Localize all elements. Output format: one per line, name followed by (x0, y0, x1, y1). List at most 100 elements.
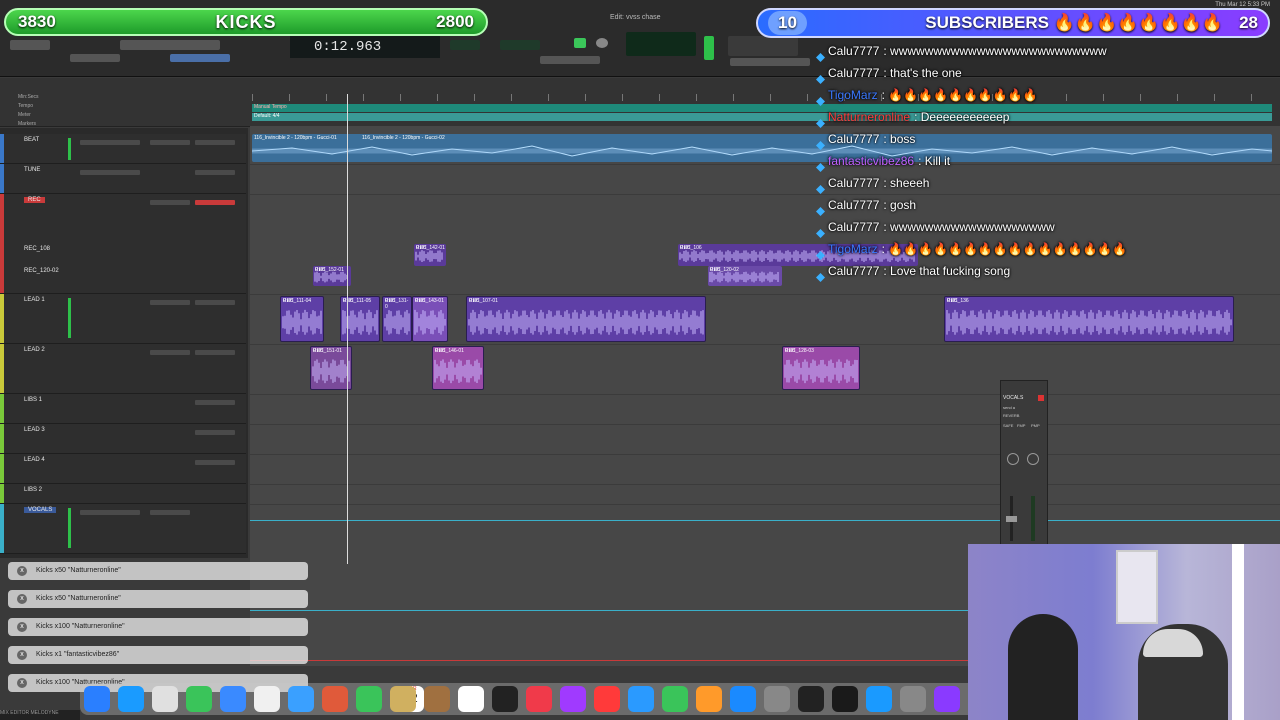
grid-display[interactable] (500, 40, 540, 50)
sends-slot[interactable] (150, 300, 190, 305)
track-header-libs1[interactable]: LIBS 1 (0, 394, 246, 424)
audio-clip-rec142[interactable]: REC_142-01 0 dB (414, 244, 446, 266)
inserts-slot[interactable] (80, 510, 140, 515)
track-header-rec[interactable]: REC REC_108 REC_120-02 (0, 194, 246, 294)
track-header-lead2[interactable]: LEAD 2 (0, 344, 246, 394)
close-icon[interactable]: x (17, 566, 27, 576)
track-header-lead4[interactable]: LEAD 4 (0, 454, 246, 484)
dock-app-icon[interactable] (526, 686, 552, 712)
clip-gain[interactable]: 0 dB (315, 267, 325, 285)
transport-controls[interactable] (540, 56, 600, 64)
tempo-display[interactable] (626, 32, 696, 56)
dock-app-icon[interactable] (322, 686, 348, 712)
clip-gain[interactable]: 0 dB (343, 298, 353, 340)
close-icon[interactable]: x (17, 622, 27, 632)
clip-gain[interactable]: 0 dB (385, 298, 395, 340)
audio-clip-lead1[interactable]: REC_107-01 0 dB (466, 296, 706, 342)
track-name[interactable]: LIBS 2 (24, 487, 42, 493)
audio-clip-lead1[interactable]: REC_131-0 0 dB (382, 296, 412, 342)
io-slot[interactable] (195, 300, 235, 305)
inserts-slot[interactable] (80, 170, 140, 175)
dock-app-icon[interactable] (356, 686, 382, 712)
clip-gain[interactable]: 0 dB (313, 348, 323, 388)
dock-app-icon[interactable] (866, 686, 892, 712)
close-icon[interactable]: x (17, 650, 27, 660)
pan-knob-left[interactable] (1007, 453, 1019, 465)
track-name[interactable]: LIBS 1 (24, 397, 42, 403)
audio-clip-lead2[interactable]: REC_146-01 0 dB (432, 346, 484, 390)
record-button[interactable] (596, 38, 608, 48)
track-name[interactable]: REC (24, 197, 45, 203)
dock-app-icon[interactable] (730, 686, 756, 712)
track-name[interactable]: LEAD 4 (24, 457, 45, 463)
io-slot[interactable] (195, 400, 235, 405)
edit-tools[interactable] (120, 40, 220, 50)
record-arm[interactable] (195, 200, 235, 205)
nudge-display[interactable] (450, 40, 480, 50)
sends-slot[interactable] (150, 510, 190, 515)
track-name[interactable]: TUNE (24, 167, 40, 173)
track-name[interactable]: LEAD 3 (24, 427, 45, 433)
dock-app-icon[interactable] (662, 686, 688, 712)
dock-app-icon[interactable] (390, 686, 416, 712)
track-name[interactable]: BEAT (24, 137, 39, 143)
close-icon[interactable]: x (17, 678, 27, 688)
audio-clip-lead2[interactable]: REC_151-01 0 dB (310, 346, 352, 390)
dock-app-icon[interactable] (628, 686, 654, 712)
zoom-buttons[interactable] (730, 58, 810, 66)
audio-clip-rec152[interactable]: REC_152-01 0 dB (313, 266, 351, 286)
dock-app-icon[interactable] (696, 686, 722, 712)
sends-slot[interactable] (150, 140, 190, 145)
io-slot[interactable] (195, 460, 235, 465)
track-header-vocals[interactable]: VOCALS (0, 504, 246, 554)
track-header-lead1[interactable]: LEAD 1 (0, 294, 246, 344)
inserts-slot[interactable] (80, 140, 140, 145)
clip-gain[interactable]: 0 dB (680, 245, 690, 265)
clip-gain[interactable]: 0 dB (469, 298, 479, 340)
sends-slot[interactable] (150, 350, 190, 355)
track-header-tune[interactable]: TUNE (0, 164, 246, 194)
io-slot[interactable] (195, 170, 235, 175)
audio-clip-lead1[interactable]: REC_136 0 dB (944, 296, 1234, 342)
dock-app-icon[interactable] (84, 686, 110, 712)
track-name[interactable]: LEAD 2 (24, 347, 45, 353)
sends-slot[interactable] (150, 200, 190, 205)
clip-gain[interactable]: 0 dB (435, 348, 445, 388)
safe-button[interactable]: SAFE (1003, 423, 1013, 428)
dock-app-icon[interactable] (832, 686, 858, 712)
io-slot[interactable] (195, 430, 235, 435)
audio-clip-rec120[interactable]: REC_120-02 0 dB (708, 266, 782, 286)
track-header-beat[interactable]: BEAT (0, 134, 246, 164)
pmp-button[interactable]: PMP (1031, 423, 1040, 428)
pan-knob-right[interactable] (1027, 453, 1039, 465)
close-icon[interactable]: x (17, 594, 27, 604)
grid-buttons[interactable] (70, 54, 120, 62)
dock-app-icon[interactable] (594, 686, 620, 712)
dock-app-icon[interactable] (560, 686, 586, 712)
track-header-lead3[interactable]: LEAD 3 (0, 424, 246, 454)
clip-gain[interactable]: 0 dB (947, 298, 957, 340)
clip-gain[interactable]: 0 dB (283, 298, 293, 340)
dock-app-icon[interactable] (288, 686, 314, 712)
dock-app-icon[interactable] (798, 686, 824, 712)
dock-app-icon[interactable] (764, 686, 790, 712)
dock-app-icon[interactable] (492, 686, 518, 712)
audio-clip-lead1[interactable]: REC_143-01 0 dB (412, 296, 448, 342)
fmp-button[interactable]: FMP (1017, 423, 1025, 428)
close-icon[interactable] (1038, 395, 1044, 401)
tool-selector[interactable] (170, 54, 230, 62)
audio-clip-lead1[interactable]: REC_111-04 0 dB (280, 296, 324, 342)
dock-app-icon[interactable] (934, 686, 960, 712)
playhead-cursor[interactable] (347, 94, 348, 564)
io-slot[interactable] (195, 140, 235, 145)
clip-gain[interactable]: 0 dB (710, 267, 720, 285)
dock-app-icon[interactable] (220, 686, 246, 712)
vocals-output-window[interactable]: VOCALS send a REVERB SAFE FMP PMP (1000, 380, 1048, 546)
io-slot[interactable] (195, 350, 235, 355)
audio-clip-lead1[interactable]: REC_111-05 0 dB (340, 296, 380, 342)
dock-app-icon[interactable] (458, 686, 484, 712)
clip-gain[interactable]: 0 dB (416, 245, 426, 265)
volume-fader[interactable] (1006, 516, 1017, 522)
dock-app-icon[interactable] (254, 686, 280, 712)
mode-buttons[interactable] (10, 40, 50, 50)
